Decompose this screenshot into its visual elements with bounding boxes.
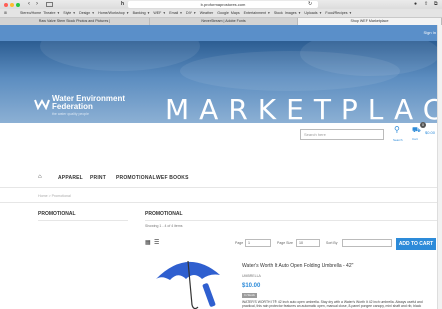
tab-stock-photos[interactable]: Raw Valve Stem Stock Photos and Pictures…: [0, 18, 150, 25]
bookmark-item[interactable]: Design ▾: [79, 11, 94, 15]
divider: [145, 220, 437, 221]
search-input[interactable]: Search here: [300, 129, 384, 140]
page-label: Page: [235, 241, 244, 245]
forward-icon[interactable]: ›: [36, 1, 38, 7]
product-title[interactable]: Water's Worth It Auto Open Folding Umbre…: [242, 263, 353, 269]
bookmark-item[interactable]: Entertainment ▾: [244, 11, 270, 15]
logo-text[interactable]: Water Environment Federation: [52, 95, 125, 111]
bookmark-item[interactable]: Weather: [200, 11, 214, 15]
hero-banner: Water Environment Federation the water q…: [0, 41, 442, 123]
page-size-label: Page Size: [277, 241, 293, 245]
nav-promotional[interactable]: PROMOTIONAL: [116, 175, 156, 181]
page-title: PROMOTIONAL: [145, 211, 183, 217]
product-price: $10.00: [242, 283, 261, 289]
breadcrumb[interactable]: Home > Promotional: [38, 194, 71, 198]
bookmarks-grid-icon[interactable]: ⊞: [4, 11, 7, 15]
address-text: b.proformaprostores.com: [200, 2, 246, 7]
tab-strip: Raw Valve Stem Stock Photos and Pictures…: [0, 18, 442, 25]
grid-view-icon[interactable]: ▦: [145, 239, 151, 246]
wef-logo-icon: [34, 98, 50, 110]
cart-icon[interactable]: ⛟: [412, 126, 421, 135]
bookmark-item[interactable]: Food/Recipes ▾: [325, 11, 351, 15]
bookmark-item[interactable]: DIY ▾: [186, 11, 196, 15]
bookmark-item[interactable]: Stereo/Home Theatre ▾: [20, 11, 59, 15]
bookmark-item[interactable]: Style ▾: [63, 11, 75, 15]
page-value: 1: [248, 241, 250, 245]
search-icon[interactable]: ⚲: [394, 125, 400, 134]
tab-label: Shop WEF Marketplace: [350, 19, 389, 23]
divider: [0, 187, 442, 188]
result-count: Showing 1 - 4 of 4 items: [145, 224, 183, 228]
divider: [38, 220, 128, 221]
bookmark-item[interactable]: Home/Workshop ▾: [98, 11, 129, 15]
bookmarks-bar: ⊞ Stereo/Home Theatre ▾ Style ▾ Design ▾ Ho…: [0, 9, 442, 18]
minimize-window-icon[interactable]: [10, 3, 14, 7]
cart-total: $0.00: [425, 130, 436, 135]
sidebar-title: PROMOTIONAL: [38, 211, 76, 217]
add-to-cart-button[interactable]: ADD TO CART: [396, 238, 436, 250]
address-bar[interactable]: b.proformaprostores.com: [128, 1, 318, 8]
sign-in-link[interactable]: Sign In: [424, 30, 436, 35]
divider: [0, 202, 442, 203]
cart-label: Cart: [412, 137, 418, 141]
product-code: UMBRELLA: [242, 274, 261, 278]
share-icon[interactable]: ⇧: [424, 1, 428, 7]
sidebar-toggle-icon[interactable]: [46, 2, 53, 7]
nav-wef-books[interactable]: WEF BOOKS: [156, 175, 189, 181]
cart-count-badge: 0: [420, 122, 426, 128]
bookmark-item[interactable]: Uploads ▾: [304, 11, 321, 15]
logo-tagline: the water quality people: [52, 112, 89, 116]
umbrella-product-image[interactable]: [152, 253, 224, 309]
bookmark-item[interactable]: Email ▾: [169, 11, 182, 15]
tab-label: Raw Valve Stem Stock Photos and Pictures…: [38, 19, 111, 23]
site-top-bar: Sign In: [0, 25, 442, 41]
tab-wef-marketplace[interactable]: Shop WEF Marketplace: [298, 18, 442, 25]
tab-adobe-fonts[interactable]: NeverStream | Adobe Fonts: [150, 18, 298, 25]
tab-label: NeverStream | Adobe Fonts: [201, 19, 246, 23]
stock-badge: In Stock: [242, 293, 257, 298]
product-description: WATER'S WORTH IT® 42 inch auto open umbr…: [242, 300, 423, 309]
back-icon[interactable]: ‹: [28, 1, 30, 7]
tabs-overview-icon[interactable]: ⧉: [434, 1, 438, 7]
sort-label: Sort By: [326, 241, 338, 245]
sort-select[interactable]: [342, 239, 392, 247]
list-view-icon[interactable]: ☰: [154, 239, 159, 246]
nav-print[interactable]: PRINT: [90, 175, 106, 181]
close-window-icon[interactable]: [4, 3, 8, 7]
banner-title: MARKETPLACE: [165, 93, 442, 123]
nav-apparel[interactable]: APPAREL: [58, 175, 83, 181]
page-scrollbar[interactable]: [437, 25, 442, 309]
page-size-value: 10: [299, 241, 303, 245]
bookmark-item[interactable]: WEF ▾: [153, 11, 165, 15]
page-size-select[interactable]: 10: [296, 239, 320, 247]
bookmark-item[interactable]: Banking ▾: [133, 11, 150, 15]
logo-line-2: Federation: [52, 102, 93, 111]
reload-icon[interactable]: ↻: [308, 1, 312, 7]
browser-titlebar: ‹ › h b.proformaprostores.com ↻ ● ⇧ ⧉: [0, 0, 442, 9]
page-content: Sign In Water Environment Federation the…: [0, 25, 442, 309]
extension-icon[interactable]: ●: [414, 1, 417, 7]
home-icon[interactable]: ⌂: [38, 174, 42, 180]
zoom-window-icon[interactable]: [16, 3, 20, 7]
bookmark-item[interactable]: Stock Images ▾: [274, 11, 301, 15]
page-select[interactable]: 1: [245, 239, 271, 247]
bookmark-item[interactable]: Google Maps: [217, 11, 239, 15]
search-label: Search: [393, 138, 403, 142]
bookmark-list: Stereo/Home Theatre ▾ Style ▾ Design ▾ Home…: [20, 11, 355, 15]
site-favicon-icon: h: [121, 1, 125, 7]
